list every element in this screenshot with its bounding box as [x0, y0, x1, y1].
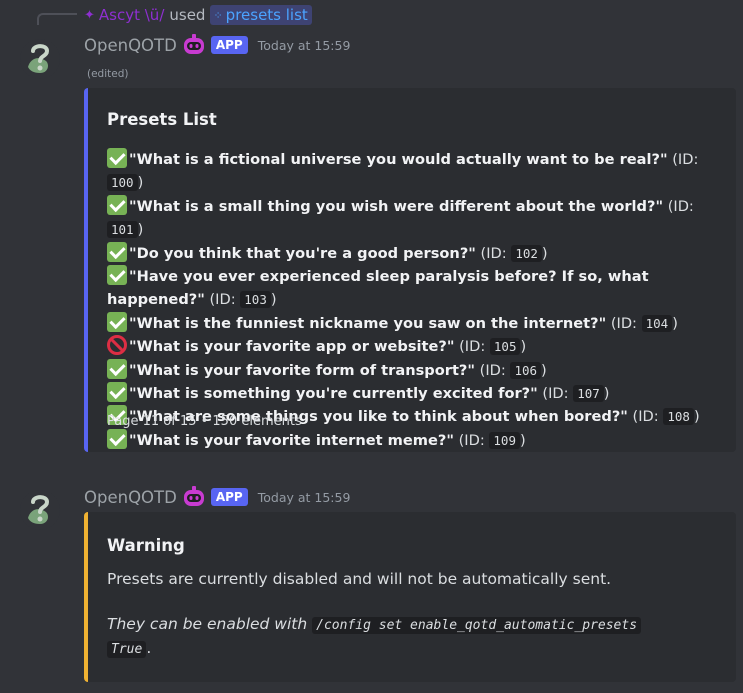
avatar[interactable]: [20, 490, 60, 530]
preset-question: "What is something you're currently exci…: [129, 385, 538, 403]
id-close: ): [672, 314, 678, 332]
preset-question: "Do you think that you're a good person?…: [129, 244, 476, 262]
embed-footer: Page 11 of 15 • 150 elements: [107, 414, 302, 429]
author-name[interactable]: OpenQOTD: [84, 488, 177, 507]
preset-id: 107: [573, 385, 604, 403]
id-label: (ID:: [627, 408, 664, 426]
list-item: "Have you ever experienced sleep paralys…: [107, 265, 707, 312]
hint-prefix: They can be enabled with: [107, 615, 308, 633]
presets-embed: Presets List "What is a fictional univer…: [84, 88, 736, 452]
id-label: (ID:: [475, 244, 512, 262]
preset-question: "What is a small thing you wish were dif…: [129, 197, 664, 215]
list-item: "What is your favorite app or website?" …: [107, 335, 707, 358]
id-label: (ID:: [475, 361, 511, 379]
id-close: ): [270, 291, 277, 309]
hint-command: /config set enable_qotd_automatic_preset…: [312, 617, 642, 634]
reply-user[interactable]: ✦ Ascyt \ü/: [84, 6, 164, 24]
preset-question: "What is the funniest nickname you saw o…: [129, 314, 607, 332]
prohibited-icon: [107, 335, 127, 356]
message-header: OpenQOTD APP Today at 15:59: [84, 485, 350, 509]
app-tag: APP: [210, 488, 248, 506]
id-close: ): [137, 221, 144, 239]
preset-id: 104: [641, 314, 673, 332]
preset-question: "What is your favorite form of transport…: [129, 361, 475, 379]
check-mark-icon: [107, 148, 127, 168]
preset-id: 100: [107, 174, 138, 192]
preset-id: 108: [663, 408, 694, 426]
wand-icon: ✦: [84, 7, 95, 23]
edited-label: (edited): [87, 68, 129, 80]
check-mark-icon: [107, 358, 127, 379]
question-mark-leaf-icon: [20, 490, 60, 530]
id-label: (ID:: [454, 338, 490, 356]
id-close: ): [541, 361, 547, 379]
interaction-reply: ✦ Ascyt \ü/ used ⁘ presets list: [84, 4, 312, 26]
app-tag: APP: [210, 36, 248, 54]
question-mark-leaf-icon: [20, 39, 60, 79]
preset-id: 109: [489, 431, 520, 449]
id-label: (ID:: [606, 314, 642, 332]
preset-id: 101: [107, 221, 138, 239]
presets-list: "What is a fictional universe you would …: [107, 148, 707, 452]
check-mark-icon: [107, 241, 127, 262]
command-mention[interactable]: ⁘ presets list: [210, 5, 312, 25]
timestamp[interactable]: Today at 15:59: [258, 490, 351, 505]
list-item: "What is something you're currently exci…: [107, 382, 707, 405]
id-close: ): [693, 408, 700, 426]
id-label: (ID:: [537, 385, 574, 403]
hint-command-value: True: [107, 641, 147, 658]
avatar[interactable]: [20, 39, 60, 79]
id-label: (ID:: [204, 291, 241, 309]
command-name: presets list: [225, 6, 308, 24]
list-item: "What is a small thing you wish were dif…: [107, 194, 707, 242]
reply-username: Ascyt \ü/: [98, 6, 165, 24]
preset-question: "Have you ever experienced sleep paralys…: [107, 268, 649, 309]
id-close: ): [137, 174, 144, 192]
author-name[interactable]: OpenQOTD: [84, 36, 177, 55]
id-label: (ID:: [663, 197, 694, 215]
preset-question: "What is a fictional universe you would …: [129, 151, 668, 168]
id-close: ): [520, 338, 527, 356]
embed-title: Presets List: [107, 110, 217, 129]
preset-id: 102: [511, 244, 542, 262]
slash-command-icon: ⁘: [213, 8, 223, 22]
warning-embed: Warning Presets are currently disabled a…: [84, 512, 736, 682]
check-mark-icon: [107, 265, 127, 286]
list-item: "What is a fictional universe you would …: [107, 148, 707, 195]
robot-icon: [183, 34, 204, 54]
check-mark-icon: [107, 194, 127, 215]
id-label: (ID:: [667, 151, 699, 168]
check-mark-icon: [107, 382, 127, 403]
preset-id: 105: [489, 338, 521, 356]
robot-icon: [183, 486, 204, 506]
hint-suffix: .: [146, 639, 152, 657]
preset-id: 103: [240, 291, 271, 309]
check-mark-icon: [107, 428, 127, 449]
reply-used-text: used: [169, 6, 206, 24]
timestamp[interactable]: Today at 15:59: [258, 38, 351, 53]
preset-id: 106: [510, 361, 542, 379]
list-item: "What is your favorite form of transport…: [107, 358, 707, 382]
id-label: (ID:: [453, 431, 490, 449]
preset-question: "What is your favorite internet meme?": [129, 431, 454, 449]
preset-question: "What is your favorite app or website?": [129, 338, 455, 356]
list-item: "What is your favorite internet meme?" (…: [107, 428, 707, 452]
id-close: ): [541, 244, 548, 262]
check-mark-icon: [107, 311, 127, 332]
id-close: ): [519, 431, 526, 449]
reply-connector: [37, 13, 77, 25]
list-item: "Do you think that you're a good person?…: [107, 241, 707, 265]
list-item: "What is the funniest nickname you saw o…: [107, 311, 707, 335]
warning-hint: They can be enabled with /config set ena…: [107, 613, 707, 661]
message-header: OpenQOTD APP Today at 15:59: [84, 33, 350, 57]
id-close: ): [603, 385, 610, 403]
warning-text: Presets are currently disabled and will …: [107, 570, 612, 588]
embed-title: Warning: [107, 536, 185, 555]
